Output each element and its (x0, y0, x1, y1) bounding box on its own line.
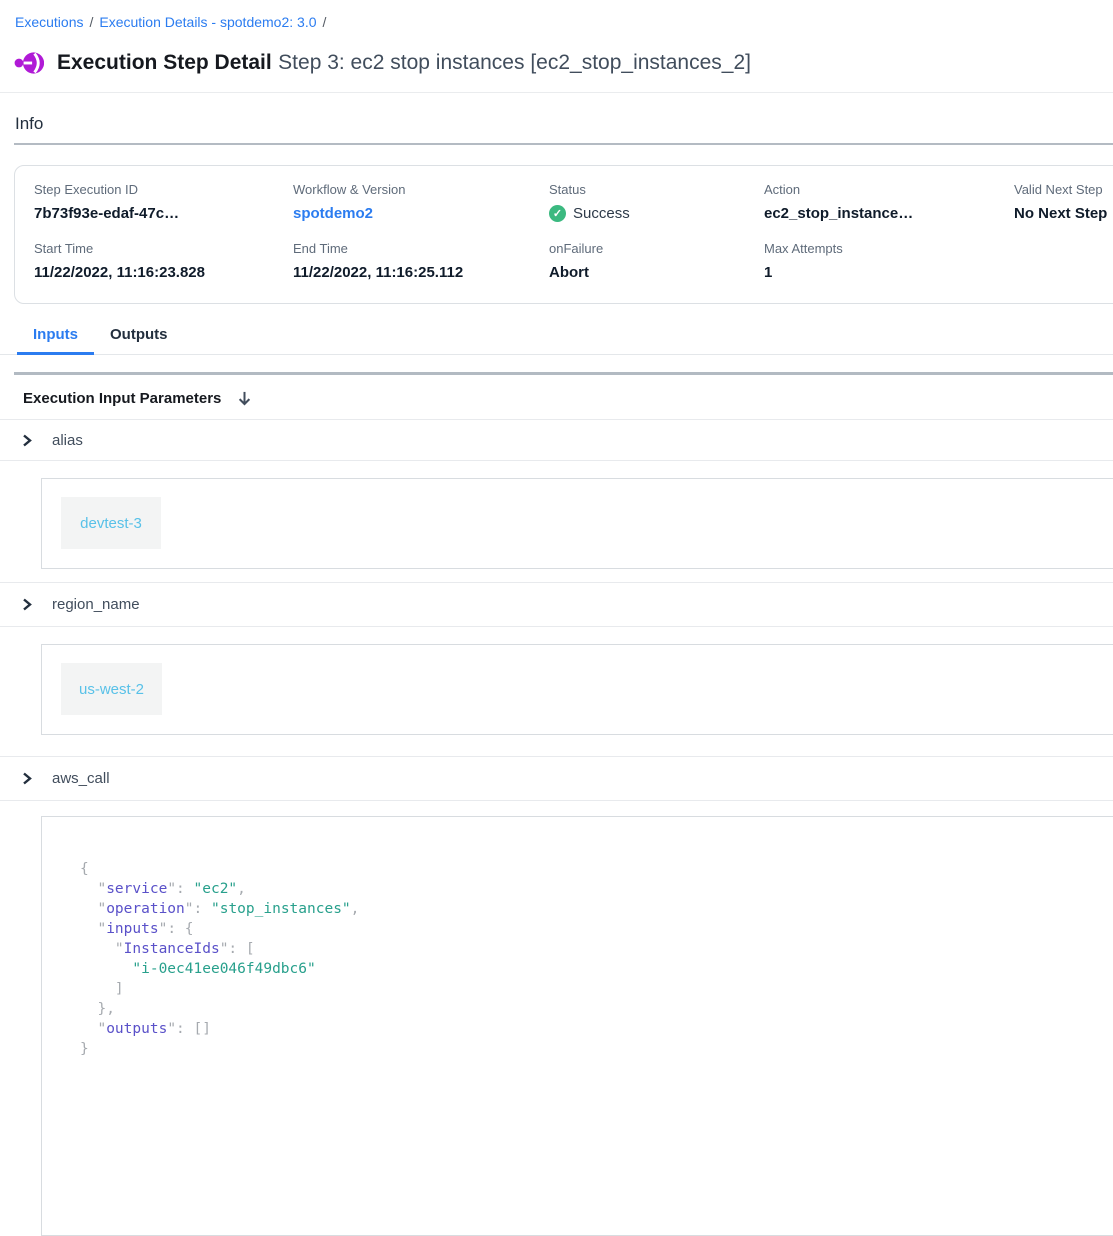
tab-section-divider (14, 372, 1113, 375)
field-onfailure: onFailure Abort (549, 241, 764, 281)
info-card: Step Execution ID 7b73f93e-edaf-47c… Wor… (14, 165, 1113, 304)
field-end-time: End Time 11/22/2022, 11:16:25.112 (293, 241, 549, 281)
chevron-right-icon (21, 598, 33, 611)
field-label: onFailure (549, 241, 764, 256)
field-label: Action (764, 182, 1014, 197)
chevron-right-icon (21, 434, 33, 447)
page-subtitle: Step 3: ec2 stop instances [ec2_stop_ins… (278, 51, 751, 74)
param-section-aws-call[interactable]: aws_call (0, 756, 1113, 801)
field-start-time: Start Time 11/22/2022, 11:16:23.828 (34, 241, 293, 281)
param-name: region_name (52, 596, 140, 613)
field-action: Action ec2_stop_instance… (764, 182, 1014, 222)
chevron-right-icon (21, 772, 33, 785)
param-body-aws-call: { "service": "ec2", "operation": "stop_i… (41, 816, 1113, 1236)
field-label: Status (549, 182, 764, 197)
param-name: alias (52, 432, 83, 449)
breadcrumb-separator: / (89, 14, 93, 30)
params-header-label: Execution Input Parameters (23, 390, 221, 407)
tab-bar: Inputs Outputs (0, 326, 1113, 355)
json-code-block: { "service": "ec2", "operation": "stop_i… (80, 859, 1113, 1059)
info-heading-divider (14, 143, 1113, 145)
tab-inputs[interactable]: Inputs (17, 326, 94, 354)
field-value: 11/22/2022, 11:16:23.828 (34, 264, 293, 281)
title-divider (0, 92, 1113, 93)
field-workflow-version: Workflow & Version spotdemo2 (293, 182, 549, 222)
field-value: ec2_stop_instance… (764, 205, 1014, 222)
param-body-region-name: us-west-2 (41, 644, 1113, 735)
success-check-icon: ✓ (549, 205, 566, 222)
page-header: Execution Step Detail Step 3: ec2 stop i… (14, 49, 1113, 77)
param-value-chip: us-west-2 (61, 663, 162, 715)
breadcrumb-separator: / (323, 14, 327, 30)
breadcrumb-link-execution-details[interactable]: Execution Details - spotdemo2: 3.0 (99, 14, 316, 30)
field-max-attempts: Max Attempts 1 (764, 241, 1014, 281)
field-value: 7b73f93e-edaf-47c… (34, 205, 293, 222)
params-header: Execution Input Parameters (23, 390, 1113, 407)
param-section-region-name[interactable]: region_name (0, 582, 1113, 627)
field-label: Valid Next Step (1014, 182, 1113, 197)
field-label: End Time (293, 241, 549, 256)
field-value: 1 (764, 264, 1014, 281)
param-name: aws_call (52, 770, 110, 787)
field-label: Max Attempts (764, 241, 1014, 256)
field-value: Abort (549, 264, 764, 281)
param-section-alias[interactable]: alias (0, 420, 1113, 461)
status-badge: ✓ Success (549, 205, 764, 222)
field-value: No Next Step (1014, 205, 1113, 222)
breadcrumb-link-executions[interactable]: Executions (15, 14, 83, 30)
tab-outputs[interactable]: Outputs (94, 326, 184, 354)
field-label: Step Execution ID (34, 182, 293, 197)
workflow-link[interactable]: spotdemo2 (293, 205, 549, 222)
breadcrumb: Executions / Execution Details - spotdemo2… (15, 14, 1113, 30)
field-valid-next-step: Valid Next Step No Next Step (1014, 182, 1113, 222)
param-body-alias: devtest-3 (41, 478, 1113, 569)
field-status: Status ✓ Success (549, 182, 764, 222)
info-heading: Info (15, 114, 1113, 134)
app-logo-icon (14, 49, 44, 77)
field-label: Workflow & Version (293, 182, 549, 197)
page-title: Execution Step Detail (57, 51, 272, 74)
field-label: Start Time (34, 241, 293, 256)
field-step-execution-id: Step Execution ID 7b73f93e-edaf-47c… (34, 182, 293, 222)
arrow-down-icon[interactable] (236, 390, 253, 407)
status-text: Success (573, 205, 630, 222)
field-value: 11/22/2022, 11:16:25.112 (293, 264, 549, 281)
param-value-chip: devtest-3 (61, 497, 161, 549)
